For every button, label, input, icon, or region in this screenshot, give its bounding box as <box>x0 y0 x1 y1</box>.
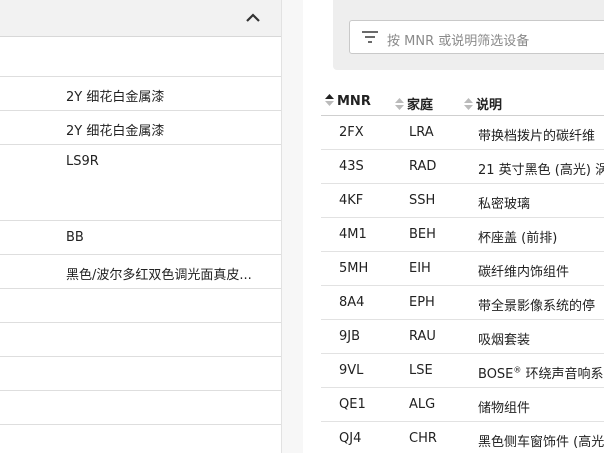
left-panel: 2Y 细花白金属漆 2Y 细花白金属漆 LS9R BB 黑色/波尔多红双色调光面… <box>0 0 281 453</box>
column-header-label: 家庭 <box>407 98 434 113</box>
table-row[interactable]: 9JB RAU 吸烟套装 <box>321 320 604 354</box>
cell-mnr: 9VL <box>339 363 364 378</box>
cell-mnr: QJ4 <box>339 431 362 446</box>
sort-icon <box>325 94 334 106</box>
table-row[interactable]: 5MH EIH 碳纤维内饰组件 <box>321 252 604 286</box>
cell-family: RAU <box>409 329 436 344</box>
cell-mnr: 2FX <box>339 125 364 140</box>
list-item: 2Y 细花白金属漆 <box>0 77 281 111</box>
cell-description: BOSE® 环绕声音响系 <box>478 363 604 382</box>
cell-family: LSE <box>409 363 433 378</box>
table-row[interactable]: QJ4 CHR 黑色侧车窗饰件 (高光 <box>321 422 604 453</box>
cell-family: SSH <box>409 193 436 208</box>
column-header-label: 说明 <box>476 98 503 113</box>
cell-description: 带全景影像系统的停 <box>478 299 596 314</box>
cell-family: LRA <box>409 125 434 140</box>
option-value: 2Y 细花白金属漆 <box>66 124 165 139</box>
cell-description: 黑色侧车窗饰件 (高光 <box>478 435 604 450</box>
description-rest: 环绕声音响系 <box>521 367 604 382</box>
table-row[interactable]: 4KF SSH 私密玻璃 <box>321 184 604 218</box>
list-item <box>0 357 281 391</box>
column-header-label: MNR <box>337 94 371 109</box>
table-row[interactable]: 43S RAD 21 英寸黑色 (高光) 涡 <box>321 150 604 184</box>
list-item <box>0 391 281 425</box>
list-item <box>0 289 281 323</box>
cell-description: 21 英寸黑色 (高光) 涡 <box>478 163 604 178</box>
sort-icon <box>395 98 404 110</box>
cell-mnr: 5MH <box>339 261 369 276</box>
column-header-family[interactable]: 家庭 <box>395 94 433 113</box>
cell-description: 带换档拨片的碳纤维 <box>478 129 596 144</box>
table-row[interactable]: 2FX LRA 带换档拨片的碳纤维 <box>321 116 604 150</box>
cell-description: 杯座盖 (前排) <box>478 231 558 246</box>
cell-description: 碳纤维内饰组件 <box>478 265 570 280</box>
option-value: 2Y 细花白金属漆 <box>66 90 165 105</box>
list-item <box>0 37 281 77</box>
cell-mnr: 4M1 <box>339 227 367 242</box>
list-item: 2Y 细花白金属漆 <box>0 111 281 145</box>
list-item: 黑色/波尔多红双色调光面真皮... <box>0 255 281 289</box>
filter-bar: 按 MNR 或说明筛选设备 <box>333 0 604 70</box>
right-panel: 按 MNR 或说明筛选设备 MNR 家庭 说明 2FX LRA 带换档拨片的碳纤… <box>303 0 604 453</box>
table-row[interactable]: 8A4 EPH 带全景影像系统的停 <box>321 286 604 320</box>
table-header: MNR 家庭 说明 <box>321 86 604 116</box>
cell-family: RAD <box>409 159 437 174</box>
section-header[interactable] <box>0 0 281 37</box>
brand-name: BOSE <box>478 367 514 382</box>
cell-family: EPH <box>409 295 435 310</box>
list-item <box>0 323 281 357</box>
cell-description: 储物组件 <box>478 401 531 416</box>
cell-mnr: 43S <box>339 159 364 174</box>
option-value: 黑色/波尔多红双色调光面真皮... <box>66 268 252 283</box>
filter-icon <box>361 29 379 45</box>
column-header-mnr[interactable]: MNR <box>325 94 371 109</box>
chevron-up-icon[interactable] <box>243 9 263 27</box>
column-header-description[interactable]: 说明 <box>464 94 502 113</box>
panel-divider <box>281 0 304 453</box>
table-row[interactable]: 9VL LSE BOSE® 环绕声音响系 <box>321 354 604 388</box>
cell-mnr: 8A4 <box>339 295 365 310</box>
list-item: LS9R <box>0 145 281 221</box>
table-row[interactable]: 4M1 BEH 杯座盖 (前排) <box>321 218 604 252</box>
cell-family: BEH <box>409 227 436 242</box>
filter-placeholder: 按 MNR 或说明筛选设备 <box>387 34 530 49</box>
list-item: BB <box>0 221 281 255</box>
cell-family: CHR <box>409 431 437 446</box>
cell-description: 吸烟套装 <box>478 333 531 348</box>
table-row[interactable]: QE1 ALG 储物组件 <box>321 388 604 422</box>
sort-icon <box>464 98 473 110</box>
cell-family: ALG <box>409 397 436 412</box>
cell-family: EIH <box>409 261 431 276</box>
cell-mnr: 9JB <box>339 329 361 344</box>
cell-mnr: QE1 <box>339 397 366 412</box>
option-value: BB <box>66 230 84 245</box>
filter-input[interactable]: 按 MNR 或说明筛选设备 <box>349 20 604 54</box>
cell-mnr: 4KF <box>339 193 364 208</box>
cell-description: 私密玻璃 <box>478 197 531 212</box>
option-value: LS9R <box>66 154 99 169</box>
